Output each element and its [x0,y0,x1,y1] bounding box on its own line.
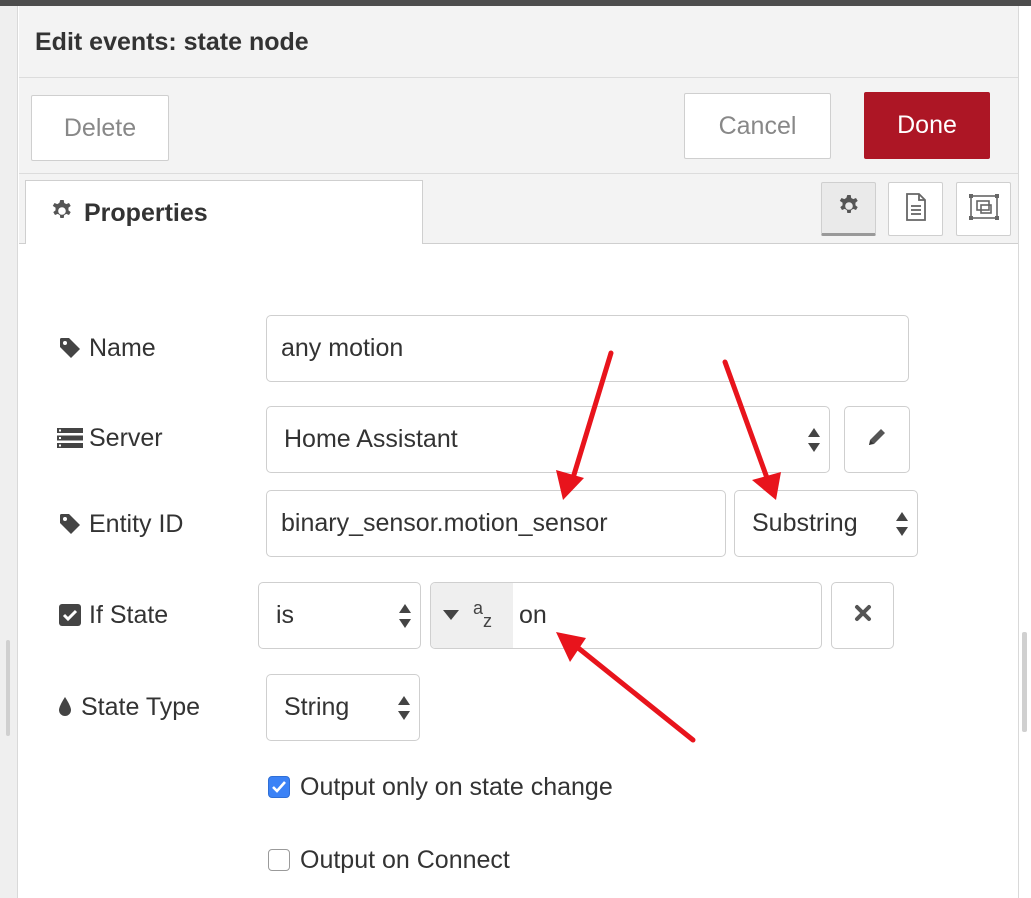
state-type-label: State Type [57,689,200,725]
tab-bar: Properties [19,174,1018,245]
tag-icon [57,511,83,537]
left-resize-handle[interactable] [6,640,10,736]
state-type-select[interactable]: String [266,674,420,741]
if-state-typed-input[interactable]: a z on [430,582,822,649]
delete-button[interactable]: Delete [31,95,169,161]
output-state-change-checkbox[interactable] [268,776,290,798]
updown-arrows-icon [398,603,412,629]
string-type-glyph-a: a [473,597,484,618]
if-state-label: If State [57,597,168,633]
checkbox-icon [57,602,83,628]
server-select-value: Home Assistant [284,425,458,453]
appearance-tab-button[interactable] [956,182,1011,236]
server-select[interactable]: Home Assistant [266,406,830,473]
clear-state-button[interactable] [831,582,894,649]
pencil-icon [866,426,888,453]
settings-tab-button[interactable] [821,182,876,236]
done-button[interactable]: Done [864,92,990,159]
entity-id-input[interactable]: binary_sensor.motion_sensor [266,490,726,557]
tab-properties[interactable]: Properties [25,180,423,245]
entity-id-label-text: Entity ID [89,509,184,538]
updown-arrows-icon [397,695,411,721]
updown-arrows-icon [895,511,909,537]
state-type-value: String [284,693,350,721]
output-on-connect-row[interactable]: Output on Connect [268,842,510,878]
right-panel-edge [1018,6,1019,898]
tag-icon [57,335,83,361]
properties-panel: Name any motion Server Home Assistant En… [19,244,1018,898]
if-state-label-text: If State [89,600,169,629]
output-state-change-label: Output only on state change [300,772,613,801]
if-state-operator-select[interactable]: is [258,582,421,649]
name-input[interactable]: any motion [266,315,909,382]
description-icon [904,192,928,226]
entity-id-label: Entity ID [57,506,183,542]
edit-server-button[interactable] [844,406,910,473]
gear-icon [837,194,861,223]
output-state-change-row[interactable]: Output only on state change [268,769,613,805]
tab-properties-label: Properties [84,198,208,227]
state-type-label-text: State Type [81,692,201,721]
string-type-icon: a z [471,596,501,636]
server-icon [57,425,83,451]
name-label: Name [57,330,156,366]
dialog-toolbar: Delete Cancel Done [19,78,1018,174]
close-icon [854,604,872,627]
server-label-text: Server [89,423,163,452]
gear-icon [50,199,74,228]
cancel-button[interactable]: Cancel [684,93,831,159]
if-state-operator-value: is [276,601,295,629]
entity-match-value: Substring [752,509,858,537]
left-panel-edge [0,6,18,898]
description-tab-button[interactable] [888,182,943,236]
dialog-title: Edit events: state node [35,28,309,56]
updown-arrows-icon [807,427,821,453]
if-state-value[interactable]: on [519,583,547,648]
entity-match-select[interactable]: Substring [734,490,918,557]
appearance-icon [968,193,1000,226]
right-resize-handle[interactable] [1022,632,1027,732]
name-label-text: Name [89,333,156,362]
tint-icon [57,694,73,720]
output-on-connect-checkbox[interactable] [268,849,290,871]
string-type-glyph-z: z [483,610,492,631]
output-on-connect-label: Output on Connect [300,845,510,874]
dialog-header: Edit events: state node [19,6,1018,78]
server-label: Server [57,420,163,456]
value-type-button[interactable]: a z [431,583,513,648]
caret-down-icon [443,607,459,625]
